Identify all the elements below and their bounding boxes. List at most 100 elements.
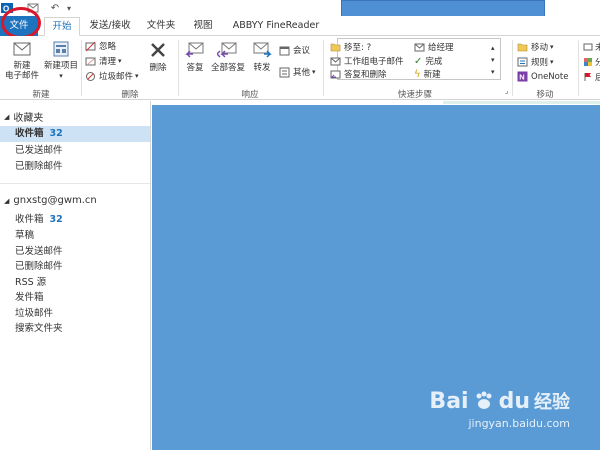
tab-home[interactable]: 开始 <box>44 17 80 36</box>
scroll-down-icon: ▾ <box>491 56 495 64</box>
folder-rss[interactable]: RSS 源 <box>15 275 151 291</box>
rules-button[interactable]: 规则 ▾ <box>517 56 554 68</box>
reply-button[interactable]: 答复 <box>181 40 209 73</box>
folder-drafts-label: 草稿 <box>15 230 35 241</box>
more-label: 其他 <box>293 68 311 78</box>
quick-step-reply-delete-label: 答复和删除 <box>344 70 387 80</box>
collapse-triangle-icon: ◢ <box>4 112 10 121</box>
categorize-button[interactable]: 分 <box>583 56 600 68</box>
fav-inbox[interactable]: 收件箱 32 <box>0 126 150 142</box>
new-items-button[interactable]: 新建项目 ▾ <box>44 40 78 81</box>
reply-all-label: 全部答复 <box>210 63 245 73</box>
quick-step-to-manager-label: 给经理 <box>428 43 454 53</box>
window-title-redacted <box>341 0 545 17</box>
folder-deleted-label: 已删除邮件 <box>15 261 63 272</box>
clean-up-icon <box>85 57 96 65</box>
followup-button[interactable]: 后 <box>583 71 600 83</box>
group-label-delete: 删除 <box>121 90 139 100</box>
reading-pane-strip <box>443 101 600 104</box>
folder-drafts[interactable]: 草稿 <box>15 228 151 244</box>
junk-button[interactable]: 垃圾邮件 ▾ <box>85 70 139 82</box>
watermark-product: 经验 <box>534 392 570 413</box>
categorize-label: 分 <box>595 58 600 68</box>
rules-label: 规则 <box>531 58 549 68</box>
undo-icon[interactable]: ↶ <box>48 1 62 15</box>
folder-search-label: 搜索文件夹 <box>15 323 63 334</box>
folder-inbox-label: 收件箱 <box>15 214 44 225</box>
fav-deleted[interactable]: 已删除邮件 <box>15 159 151 175</box>
meeting-icon <box>279 46 290 55</box>
forward-button[interactable]: 转发 <box>248 40 276 73</box>
tab-send-receive[interactable]: 发送/接收 <box>86 17 134 36</box>
quick-step-create-new[interactable]: ϟ 新建 <box>414 68 441 81</box>
customize-toolbar-icon[interactable]: ▾ <box>64 1 74 15</box>
forward-label: 转发 <box>253 63 271 73</box>
folder-outbox[interactable]: 发件箱 <box>15 290 151 306</box>
checkmark-icon: ✓ <box>414 55 423 67</box>
rules-dropdown-icon: ▾ <box>550 58 554 66</box>
unread-button[interactable]: 未 <box>583 41 600 53</box>
quick-steps-scroll[interactable]: ▴ ▾ ▾ <box>491 42 495 78</box>
new-items-dropdown-icon: ▾ <box>59 72 63 80</box>
svg-text:O: O <box>3 5 9 14</box>
send-receive-icon[interactable] <box>26 1 40 15</box>
quick-step-done-label: 完成 <box>425 57 443 67</box>
meeting-button[interactable]: 会议 <box>279 44 310 56</box>
tab-folder[interactable]: 文件夹 <box>142 17 180 36</box>
clean-up-dropdown-icon: ▾ <box>118 57 122 65</box>
categorize-icon <box>584 58 592 66</box>
move-button[interactable]: 移动 ▾ <box>517 41 554 53</box>
quick-step-move-to-label: 移至: ? <box>344 43 372 53</box>
more-respond-button[interactable]: 其他 ▾ <box>279 66 316 78</box>
onenote-button[interactable]: N OneNote <box>517 71 568 82</box>
quick-step-to-manager[interactable]: 给经理 <box>414 41 454 53</box>
folder-deleted[interactable]: 已删除邮件 <box>15 259 151 275</box>
unread-icon <box>583 43 593 51</box>
quick-step-team-email[interactable]: 工作组电子邮件 <box>330 55 404 67</box>
ribbon-tabs: 文件 开始 发送/接收 文件夹 视图 ABBYY FineReader 12 <box>0 16 600 49</box>
quick-step-reply-delete[interactable]: 答复和删除 <box>330 68 387 80</box>
onenote-label: OneNote <box>531 71 569 82</box>
new-email-button[interactable]: 新建 电子邮件 <box>2 40 42 81</box>
folder-sent[interactable]: 已发送邮件 <box>15 244 151 260</box>
quick-steps-launcher-icon[interactable]: ⌟ <box>505 87 508 95</box>
folder-inbox[interactable]: 收件箱 32 <box>15 212 151 228</box>
ignore-button[interactable]: 忽略 <box>85 40 116 52</box>
nav-divider <box>0 183 150 184</box>
tab-view[interactable]: 视图 <box>188 17 218 36</box>
collapse-triangle-icon: ◢ <box>4 196 10 205</box>
new-items-icon <box>53 41 69 57</box>
followup-label: 后 <box>595 73 600 83</box>
folder-search[interactable]: 搜索文件夹 <box>15 321 151 337</box>
quick-step-create-new-label: 新建 <box>423 70 441 80</box>
group-label-new: 新建 <box>32 90 50 100</box>
reply-all-icon <box>215 42 237 58</box>
junk-label: 垃圾邮件 <box>99 72 134 82</box>
account-label: gnxstg@gwm.cn <box>13 195 97 206</box>
reply-label: 答复 <box>186 63 204 73</box>
ignore-icon <box>85 41 96 51</box>
outlook-logo-icon: O <box>0 1 14 15</box>
rules-icon <box>517 57 528 67</box>
folder-sent-label: 已发送邮件 <box>15 246 63 257</box>
outlook-window: O ↶ ▾ 文件 开始 发送/接收 文件夹 视图 ABBYY FineReade… <box>0 0 600 450</box>
watermark-url: jingyan.baidu.com <box>468 417 570 430</box>
account-header[interactable]: ◢ gnxstg@gwm.cn <box>4 195 97 206</box>
quick-step-done[interactable]: ✓ 完成 <box>414 55 443 68</box>
quick-step-move-to[interactable]: 移至: ? <box>330 41 371 53</box>
clean-up-button[interactable]: 清理 ▾ <box>85 55 122 67</box>
fav-sent[interactable]: 已发送邮件 <box>15 143 151 159</box>
delete-button[interactable]: 删除 <box>143 40 173 73</box>
folder-junk[interactable]: 垃圾邮件 <box>15 306 151 322</box>
new-items-label: 新建项目 <box>44 61 79 71</box>
tab-file[interactable]: 文件 <box>0 16 38 36</box>
more-dropdown-icon: ▾ <box>312 68 316 76</box>
forward-icon <box>253 42 272 58</box>
favorites-header[interactable]: ◢ 收藏夹 <box>4 109 43 125</box>
fav-sent-label: 已发送邮件 <box>15 145 63 156</box>
watermark-brand2: du <box>498 388 530 414</box>
delete-label: 删除 <box>149 63 167 73</box>
tab-abbyy[interactable]: ABBYY FineReader 12 <box>228 17 324 49</box>
reply-all-button[interactable]: 全部答复 <box>209 40 247 73</box>
fav-deleted-label: 已删除邮件 <box>15 161 63 172</box>
